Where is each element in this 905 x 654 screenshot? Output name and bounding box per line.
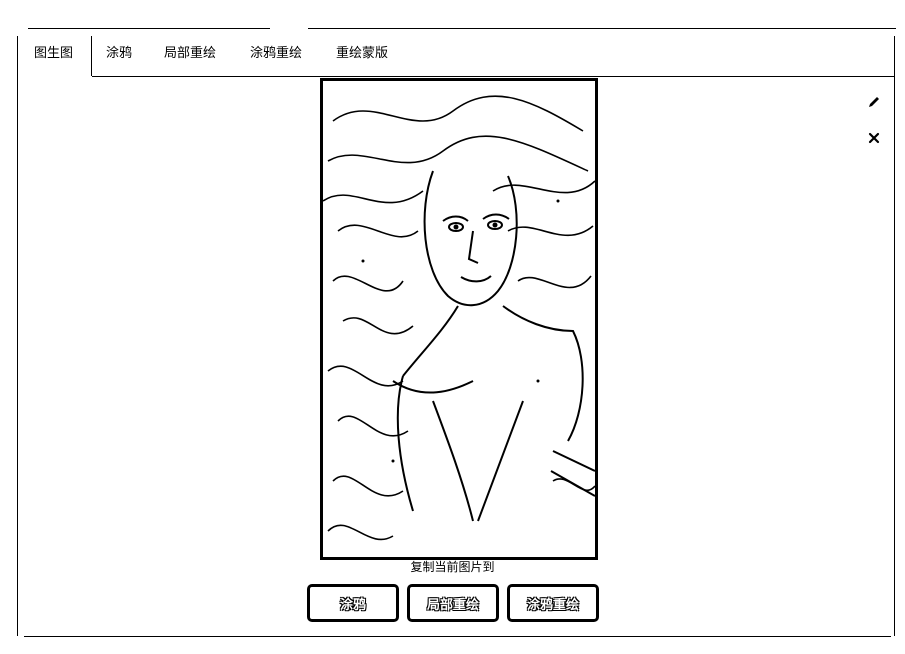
copy-to-inpaint-sketch-label: 涂鸦重绘 [526, 597, 579, 613]
tab-inpaint-sketch[interactable]: 涂鸦重绘 [250, 46, 302, 62]
copy-to-inpaint-button[interactable]: 局部重绘 [407, 584, 499, 622]
input-image[interactable] [320, 78, 598, 560]
tab-sketch[interactable]: 涂鸦 [106, 46, 132, 62]
copy-buttons-row: 涂鸦 局部重绘 涂鸦重绘 [307, 584, 602, 622]
copy-to-sketch-button[interactable]: 涂鸦 [307, 584, 399, 622]
pencil-icon[interactable] [866, 94, 882, 110]
tab-bar: 图生图 涂鸦 局部重绘 涂鸦重绘 重绘蒙版 [18, 36, 894, 76]
copy-to-sketch-label: 涂鸦 [339, 597, 366, 613]
active-tab-border [91, 36, 92, 76]
bottom-divider [24, 636, 891, 637]
portrait-image [323, 81, 595, 557]
tab-inpaint[interactable]: 局部重绘 [164, 46, 216, 62]
header-divider-right [308, 28, 896, 29]
tab-underline [92, 76, 894, 77]
tab-img2img[interactable]: 图生图 [34, 46, 73, 62]
close-icon[interactable] [866, 130, 882, 146]
copy-to-inpaint-label: 局部重绘 [426, 597, 479, 613]
tab-inpaint-upload[interactable]: 重绘蒙版 [336, 46, 388, 62]
header-divider-left [28, 28, 270, 29]
copy-to-inpaint-sketch-button[interactable]: 涂鸦重绘 [507, 584, 599, 622]
copy-to-label: 复制当前图片到 [410, 560, 495, 574]
